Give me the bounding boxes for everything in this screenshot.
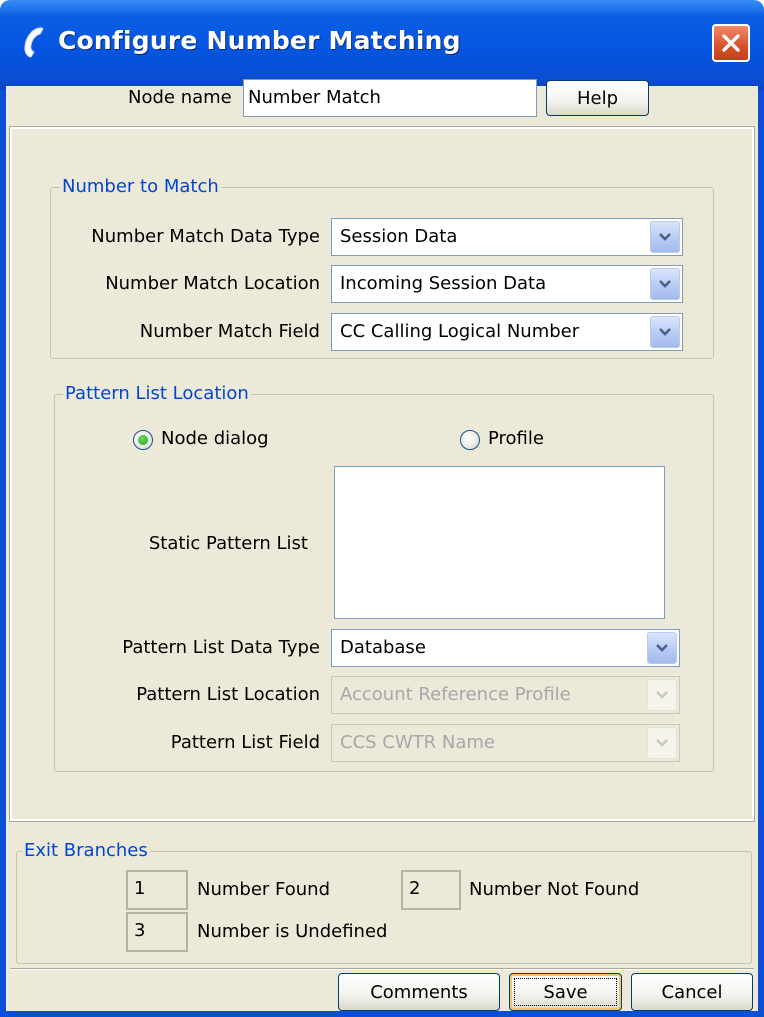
number-match-field-select[interactable]: CC Calling Logical Number xyxy=(331,313,683,351)
node-name-input[interactable]: Number Match xyxy=(243,79,537,117)
number-match-location-select[interactable]: Incoming Session Data xyxy=(331,265,683,303)
pattern-list-location-value: Account Reference Profile xyxy=(340,684,571,705)
pattern-list-location-select: Account Reference Profile xyxy=(331,676,680,714)
branch-label: Number Not Found xyxy=(469,879,640,900)
pattern-list-data-type-select[interactable]: Database xyxy=(331,629,680,667)
profile-radio-label[interactable]: Profile xyxy=(488,426,544,452)
number-match-field-value: CC Calling Logical Number xyxy=(340,321,580,342)
number-to-match-legend: Number to Match xyxy=(60,176,221,198)
close-icon xyxy=(722,34,740,52)
chevron-down-icon xyxy=(647,679,677,711)
branch-number-box: 3 xyxy=(126,912,188,952)
chevron-down-icon[interactable] xyxy=(647,632,677,664)
footer-divider xyxy=(10,968,754,970)
exit-branches-legend: Exit Branches xyxy=(22,840,150,862)
static-pattern-list-box[interactable] xyxy=(334,466,665,619)
radio-selected-dot xyxy=(138,435,148,445)
number-match-data-type-value: Session Data xyxy=(340,226,458,247)
chevron-down-icon[interactable] xyxy=(650,268,680,300)
branch-number-box: 1 xyxy=(126,870,188,910)
profile-radio[interactable] xyxy=(460,430,480,450)
branch-label: Number Found xyxy=(197,879,330,900)
pattern-list-data-type-label: Pattern List Data Type xyxy=(122,637,320,658)
save-button[interactable]: Save xyxy=(509,973,622,1011)
number-match-data-type-select[interactable]: Session Data xyxy=(331,218,683,256)
chevron-down-icon xyxy=(647,727,677,759)
number-match-field-label: Number Match Field xyxy=(139,321,320,342)
node-dialog-radio[interactable] xyxy=(133,430,153,450)
node-name-label: Node name xyxy=(128,87,232,108)
pattern-list-field-select: CCS CWTR Name xyxy=(331,724,680,762)
cancel-button[interactable]: Cancel xyxy=(631,973,753,1011)
chevron-down-icon[interactable] xyxy=(650,316,680,348)
pattern-list-location-legend: Pattern List Location xyxy=(63,383,251,405)
phone-handset-icon xyxy=(20,24,50,60)
pattern-list-location-label: Pattern List Location xyxy=(136,684,320,705)
help-button[interactable]: Help xyxy=(546,80,649,116)
close-button[interactable] xyxy=(712,24,750,62)
branch-number-box: 2 xyxy=(401,870,461,910)
node-dialog-radio-label[interactable]: Node dialog xyxy=(161,426,269,452)
window-title: Configure Number Matching xyxy=(58,26,461,55)
number-match-data-type-label: Number Match Data Type xyxy=(91,226,320,247)
chevron-down-icon[interactable] xyxy=(650,221,680,253)
pattern-list-data-type-value: Database xyxy=(340,637,426,658)
static-pattern-list-label: Static Pattern List xyxy=(148,533,308,554)
pattern-list-field-label: Pattern List Field xyxy=(170,732,320,753)
number-match-location-label: Number Match Location xyxy=(105,273,320,294)
comments-button[interactable]: Comments xyxy=(338,973,500,1011)
pattern-list-field-value: CCS CWTR Name xyxy=(340,732,495,753)
number-match-location-value: Incoming Session Data xyxy=(340,273,547,294)
branch-label: Number is Undefined xyxy=(197,921,388,942)
